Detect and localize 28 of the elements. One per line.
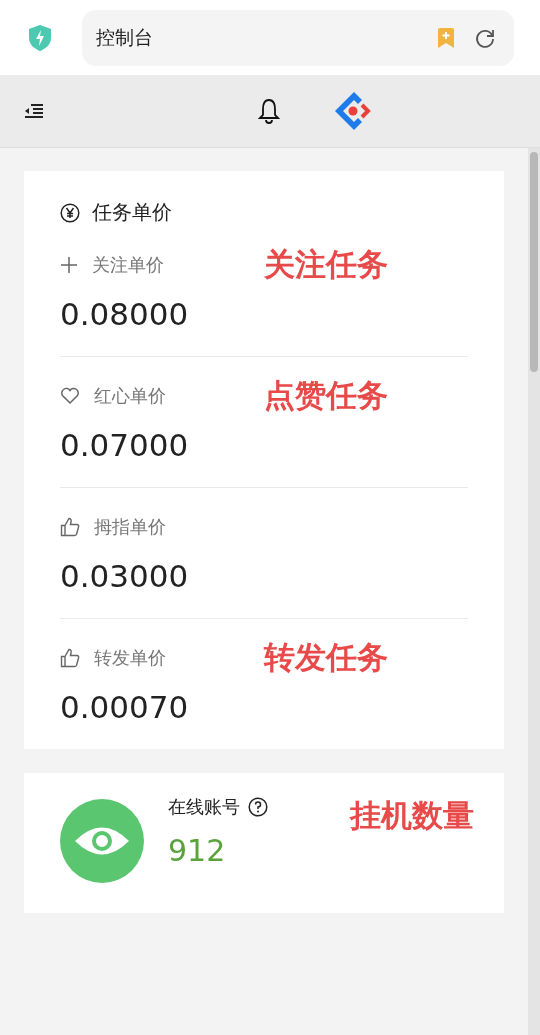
plus-icon (60, 256, 78, 274)
address-bar[interactable]: 控制台 (82, 9, 514, 66)
annotation-text: 挂机数量 (350, 796, 474, 835)
price-label: 拇指单价 (94, 515, 166, 539)
thumbs-up-icon (60, 648, 80, 668)
annotation-text: 转发任务 (264, 638, 388, 677)
thumbs-up-icon (60, 517, 80, 537)
stat-value: 912 (168, 833, 227, 868)
menu-fold-icon[interactable] (24, 103, 44, 119)
heart-icon (60, 387, 80, 405)
price-value: 0.00070 (60, 689, 190, 725)
price-label: 转发单价 (94, 646, 166, 670)
card-title: 任务单价 (92, 199, 172, 226)
yen-icon (60, 202, 80, 223)
eye-icon (60, 799, 144, 883)
shield-icon (28, 23, 52, 52)
bell-icon[interactable] (258, 98, 280, 124)
annotation-text: 点赞任务 (264, 376, 388, 415)
price-label: 关注单价 (92, 253, 164, 277)
help-icon[interactable] (248, 797, 268, 817)
scrollbar[interactable] (528, 148, 540, 1035)
price-value: 0.08000 (60, 296, 190, 332)
stat-label: 在线账号 (168, 795, 240, 819)
price-value: 0.07000 (60, 427, 190, 463)
price-value: 0.03000 (60, 558, 190, 594)
page-title: 控制台 (96, 24, 154, 50)
price-label: 红心单价 (94, 384, 166, 408)
annotation-text: 关注任务 (264, 245, 388, 284)
